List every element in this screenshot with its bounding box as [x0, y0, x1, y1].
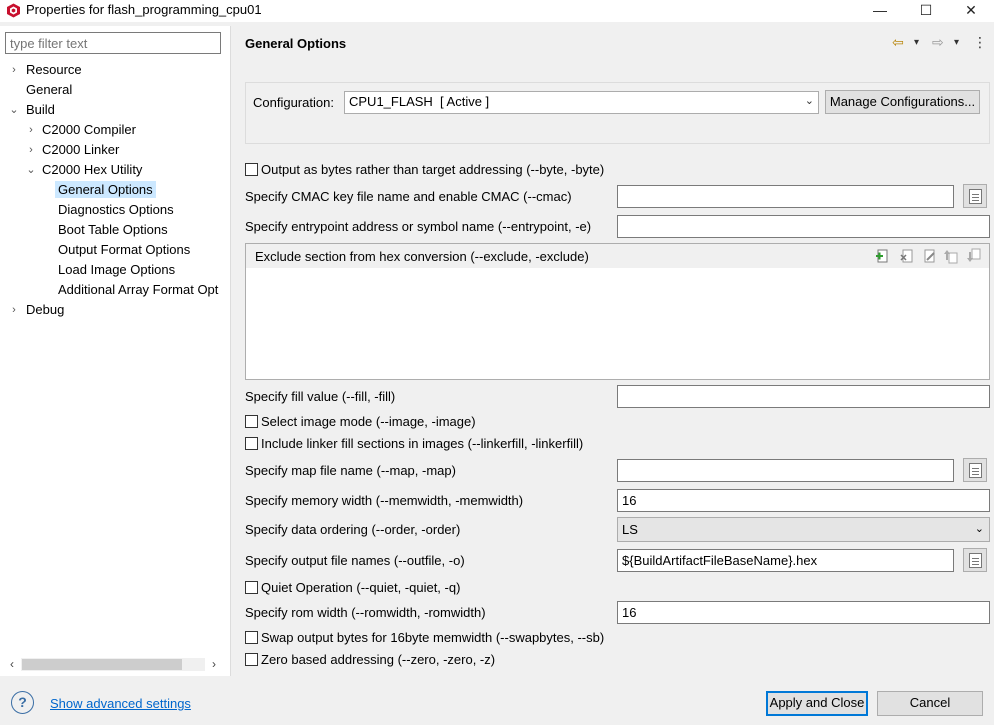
tree-item-c2000-compiler[interactable]: C2000 Compiler [42, 120, 136, 140]
cmac-browse-button[interactable] [963, 184, 987, 208]
tree-item-general-options[interactable]: General Options [55, 180, 156, 200]
add-icon[interactable] [875, 248, 891, 264]
browse-file-icon [969, 553, 982, 568]
configuration-select[interactable]: CPU1_FLASH [ Active ] ⌄ [344, 91, 819, 114]
tree-item-general[interactable]: General [26, 80, 72, 100]
order-value: LS [622, 522, 638, 537]
tree-item-diagnostics-options[interactable]: Diagnostics Options [58, 200, 174, 220]
outfile-label: Specify output file names (--outfile, -o… [245, 553, 465, 568]
tree-item-additional-array-format[interactable]: Additional Array Format Opt [58, 280, 222, 300]
expand-icon[interactable]: › [26, 140, 36, 160]
entrypoint-field[interactable] [617, 215, 990, 238]
quiet-label: Quiet Operation (--quiet, -quiet, -q) [261, 580, 461, 595]
window-title: Properties for flash_programming_cpu01 [26, 2, 262, 17]
title-bar: Properties for flash_programming_cpu01 —… [0, 0, 994, 22]
nav-pane: › Resource General ⌄ Build › C2000 Compi… [0, 26, 231, 676]
exclude-list-header: Exclude section from hex conversion (--e… [246, 244, 989, 268]
minimize-button[interactable]: — [857, 0, 903, 22]
configuration-value: CPU1_FLASH [ Active ] [349, 94, 490, 109]
zero-label: Zero based addressing (--zero, -zero, -z… [261, 652, 496, 667]
collapse-icon[interactable]: ⌄ [26, 160, 36, 180]
romwidth-label: Specify rom width (--romwidth, -romwidth… [245, 605, 486, 620]
collapse-icon[interactable]: ⌄ [9, 100, 19, 120]
swapbytes-checkbox[interactable] [245, 631, 258, 644]
show-advanced-settings-link[interactable]: Show advanced settings [50, 696, 191, 711]
memwidth-label: Specify memory width (--memwidth, -memwi… [245, 493, 524, 508]
help-icon[interactable]: ? [11, 691, 34, 714]
back-dropdown-icon[interactable]: ▾ [914, 37, 919, 48]
byte-checkbox[interactable] [245, 163, 258, 176]
fill-label: Specify fill value (--fill, -fill) [245, 389, 396, 404]
map-browse-button[interactable] [963, 458, 987, 482]
move-down-icon[interactable] [966, 248, 982, 264]
swapbytes-label: Swap output bytes for 16byte memwidth (-… [261, 630, 605, 645]
linkerfill-label: Include linker fill sections in images (… [261, 436, 584, 451]
scroll-left-icon[interactable]: ‹ [5, 656, 19, 673]
chevron-down-icon: ⌄ [974, 523, 984, 535]
close-button[interactable]: ✕ [948, 0, 994, 22]
image-checkbox[interactable] [245, 415, 258, 428]
forward-dropdown-icon[interactable]: ▾ [954, 37, 959, 48]
outfile-field[interactable]: ${BuildArtifactFileBaseName}.hex [617, 549, 954, 572]
cancel-button[interactable]: Cancel [877, 691, 983, 716]
fill-field[interactable] [617, 385, 990, 408]
browse-file-icon [969, 463, 982, 478]
page-title: General Options [245, 36, 347, 51]
expand-icon[interactable]: › [9, 300, 19, 320]
horizontal-scrollbar[interactable]: ‹ › [5, 656, 222, 673]
map-field[interactable] [617, 459, 954, 482]
apply-and-close-button[interactable]: Apply and Close [766, 691, 868, 716]
order-label: Specify data ordering (--order, -order) [245, 522, 461, 537]
order-select[interactable]: LS ⌄ [617, 517, 990, 542]
tree-item-load-image-options[interactable]: Load Image Options [58, 260, 175, 280]
app-icon [7, 3, 20, 18]
exclude-list-panel[interactable]: Exclude section from hex conversion (--e… [245, 243, 990, 380]
chevron-down-icon: ⌄ [804, 95, 814, 107]
delete-icon[interactable] [899, 248, 915, 264]
zero-checkbox[interactable] [245, 653, 258, 666]
edit-icon[interactable] [922, 248, 938, 264]
expand-icon[interactable]: › [9, 60, 19, 80]
configuration-label: Configuration: [253, 95, 334, 110]
linkerfill-checkbox[interactable] [245, 437, 258, 450]
manage-configurations-button[interactable]: Manage Configurations... [825, 90, 980, 114]
tree-item-boot-table-options[interactable]: Boot Table Options [58, 220, 168, 240]
cmac-field[interactable] [617, 185, 954, 208]
tree-item-debug[interactable]: Debug [26, 300, 64, 320]
maximize-button[interactable]: ☐ [903, 0, 949, 22]
tree-item-output-format-options[interactable]: Output Format Options [58, 240, 190, 260]
scroll-thumb[interactable] [22, 659, 182, 670]
scroll-right-icon[interactable]: › [207, 656, 221, 673]
forward-arrow-icon[interactable]: ⇨ [932, 34, 944, 51]
back-arrow-icon[interactable]: ⇦ [892, 34, 904, 51]
exclude-label: Exclude section from hex conversion (--e… [255, 249, 589, 264]
expand-icon[interactable]: › [26, 120, 36, 140]
view-menu-icon[interactable]: ⋮ [973, 34, 987, 51]
map-label: Specify map file name (--map, -map) [245, 463, 456, 478]
tree-item-c2000-hex-utility[interactable]: C2000 Hex Utility [42, 160, 142, 180]
move-up-icon[interactable] [943, 248, 959, 264]
romwidth-field[interactable]: 16 [617, 601, 990, 624]
byte-label: Output as bytes rather than target addre… [261, 162, 605, 177]
tree-item-c2000-linker[interactable]: C2000 Linker [42, 140, 119, 160]
browse-file-icon [969, 189, 982, 204]
tree-item-build[interactable]: Build [26, 100, 55, 120]
outfile-browse-button[interactable] [963, 548, 987, 572]
entrypoint-label: Specify entrypoint address or symbol nam… [245, 219, 592, 234]
filter-input[interactable] [5, 32, 221, 54]
cmac-label: Specify CMAC key file name and enable CM… [245, 189, 572, 204]
page-header: General Options ⇦ ▾ ⇨ ▾ ⋮ [236, 26, 994, 62]
tree-item-resource[interactable]: Resource [26, 60, 82, 80]
image-label: Select image mode (--image, -image) [261, 414, 476, 429]
quiet-checkbox[interactable] [245, 581, 258, 594]
memwidth-field[interactable]: 16 [617, 489, 990, 512]
